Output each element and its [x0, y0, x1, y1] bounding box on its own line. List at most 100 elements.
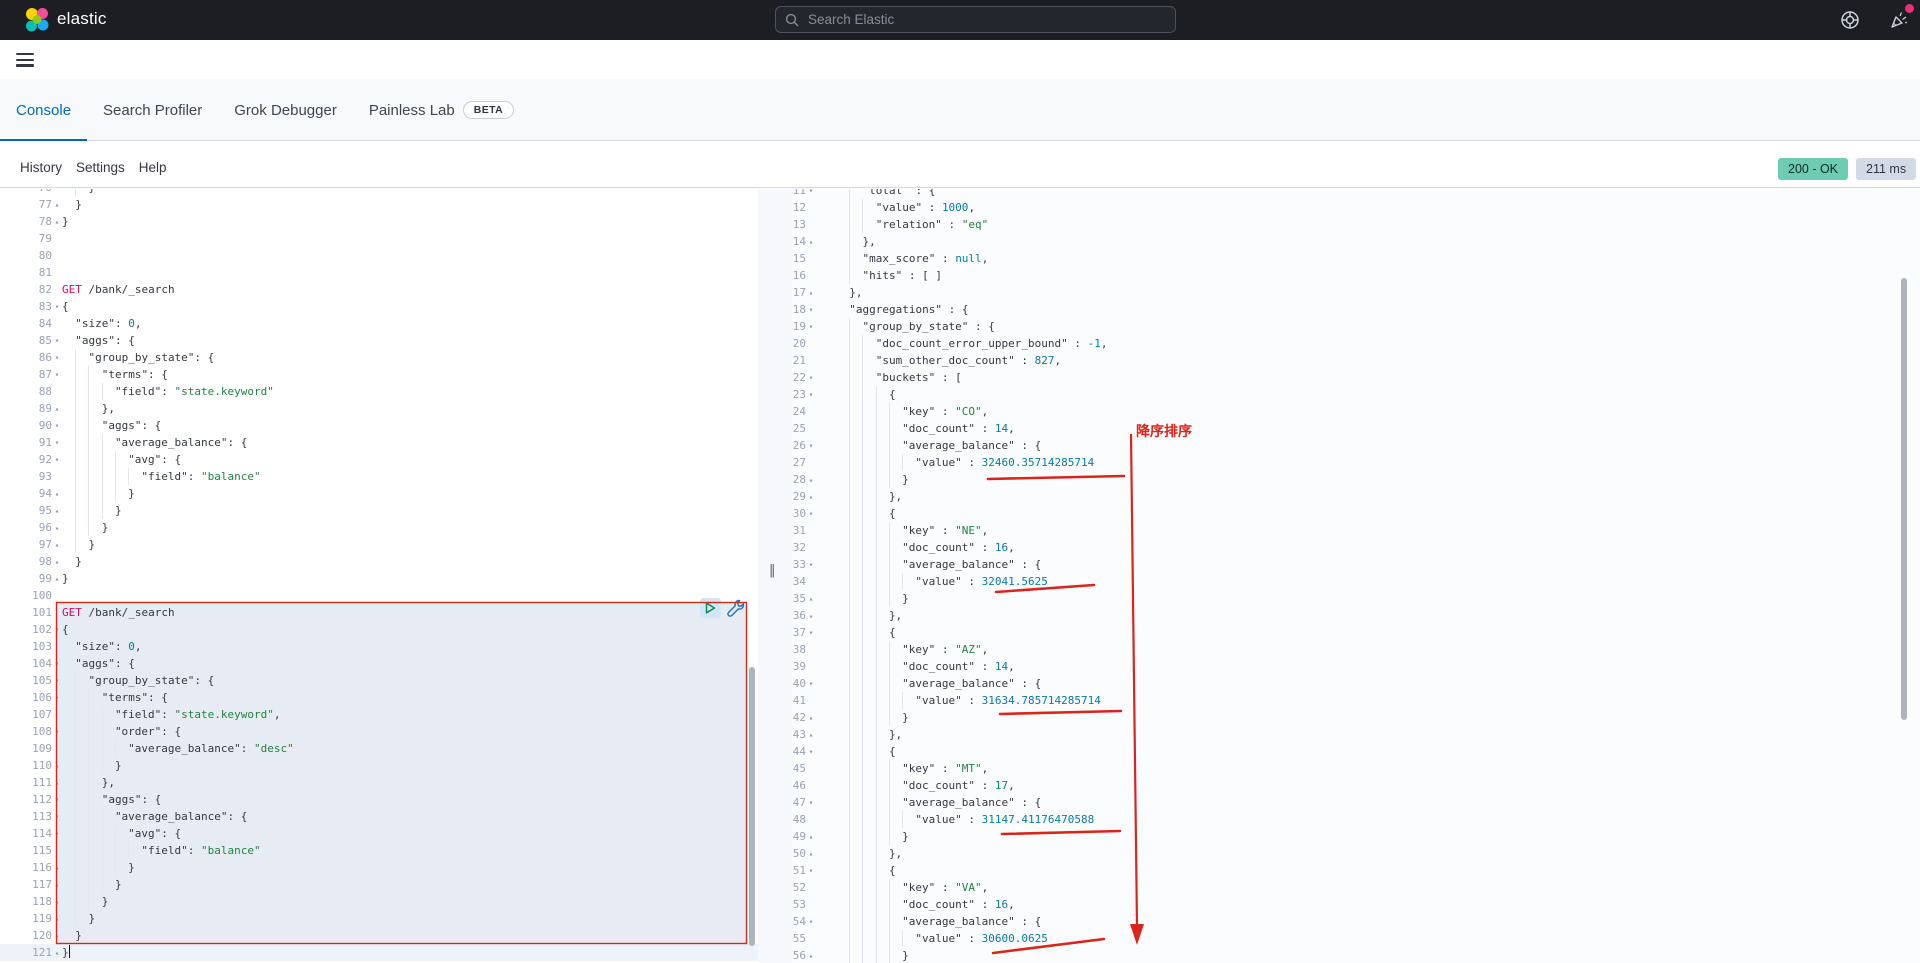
fold-toggle-icon[interactable]: ▾ — [806, 862, 816, 879]
fold-toggle-icon[interactable]: ▾ — [52, 366, 62, 383]
editor-code-line[interactable]: 95▴ } — [0, 502, 758, 519]
help-icon[interactable] — [1840, 10, 1860, 30]
editor-code-line[interactable]: 94▴ } — [0, 485, 758, 502]
fold-toggle-icon[interactable]: ▴ — [806, 488, 816, 505]
fold-toggle-icon[interactable]: ▴ — [806, 233, 816, 250]
fold-toggle-icon[interactable]: ▴ — [52, 859, 62, 876]
global-search[interactable] — [775, 6, 1176, 33]
editor-code-line[interactable]: 106▾ "terms": { — [0, 689, 758, 706]
fold-toggle-icon[interactable]: ▾ — [52, 791, 62, 808]
fold-toggle-icon[interactable]: ▴ — [806, 607, 816, 624]
editor-code-line[interactable]: 90▾ "aggs": { — [0, 417, 758, 434]
editor-code-line[interactable]: 118▴ } — [0, 893, 758, 910]
editor-code-line[interactable]: 96▴ } — [0, 519, 758, 536]
editor-code-line[interactable]: 92▾ "avg": { — [0, 451, 758, 468]
editor-code-line[interactable]: 102▾{ — [0, 621, 758, 638]
editor-code-line[interactable]: 112▾ "aggs": { — [0, 791, 758, 808]
editor-code-line[interactable]: 120▴ } — [0, 927, 758, 944]
fold-toggle-icon[interactable]: ▾ — [806, 743, 816, 760]
fold-toggle-icon[interactable]: ▾ — [52, 621, 62, 638]
editor-code-line[interactable]: 103 "size": 0, — [0, 638, 758, 655]
menu-icon[interactable] — [16, 53, 34, 67]
fold-toggle-icon[interactable]: ▴ — [806, 471, 816, 488]
editor-code-line[interactable]: 82GET /bank/_search — [0, 281, 758, 298]
fold-toggle-icon[interactable]: ▴ — [806, 828, 816, 845]
fold-toggle-icon[interactable]: ▾ — [52, 672, 62, 689]
editor-code-line[interactable]: 83▾{ — [0, 298, 758, 315]
fold-toggle-icon[interactable]: ▴ — [806, 284, 816, 301]
fold-toggle-icon[interactable]: ▴ — [52, 196, 62, 213]
editor-code-line[interactable]: 88 "field": "state.keyword" — [0, 383, 758, 400]
editor-code-line[interactable]: 76 } — [0, 189, 758, 196]
fold-toggle-icon[interactable]: ▾ — [806, 794, 816, 811]
fold-toggle-icon[interactable]: ▾ — [806, 624, 816, 641]
send-request-button[interactable] — [700, 598, 721, 618]
fold-toggle-icon[interactable]: ▾ — [52, 349, 62, 366]
editor-code-line[interactable]: 93 "field": "balance" — [0, 468, 758, 485]
fold-toggle-icon[interactable]: ▴ — [52, 774, 62, 791]
response-scrollbar[interactable] — [1901, 278, 1907, 720]
fold-toggle-icon[interactable]: ▾ — [806, 369, 816, 386]
editor-code-line[interactable]: 84 "size": 0, — [0, 315, 758, 332]
editor-code-line[interactable]: 121▴} — [0, 944, 758, 961]
wrench-icon[interactable] — [726, 599, 744, 617]
fold-toggle-icon[interactable]: ▾ — [806, 556, 816, 573]
menu-history[interactable]: History — [20, 160, 62, 175]
fold-toggle-icon[interactable]: ▾ — [52, 808, 62, 825]
editor-code-line[interactable]: 85▾ "aggs": { — [0, 332, 758, 349]
editor-code-line[interactable]: 77▴ } — [0, 196, 758, 213]
fold-toggle-icon[interactable]: ▾ — [806, 386, 816, 403]
fold-toggle-icon[interactable]: ▴ — [806, 947, 816, 963]
editor-code-line[interactable]: 80 — [0, 247, 758, 264]
editor-code-line[interactable]: 98▴ } — [0, 553, 758, 570]
fold-toggle-icon[interactable]: ▴ — [52, 536, 62, 553]
fold-toggle-icon[interactable]: ▴ — [52, 400, 62, 417]
newsfeed-icon[interactable] — [1889, 10, 1909, 30]
editor-code-line[interactable]: 101GET /bank/_search — [0, 604, 758, 621]
editor-code-line[interactable]: 100 — [0, 587, 758, 604]
editor-code-line[interactable]: 86▾ "group_by_state": { — [0, 349, 758, 366]
fold-toggle-icon[interactable]: ▴ — [52, 502, 62, 519]
fold-toggle-icon[interactable]: ▾ — [52, 655, 62, 672]
editor-code-line[interactable]: 116▴ } — [0, 859, 758, 876]
editor-code-line[interactable]: 91▾ "average_balance": { — [0, 434, 758, 451]
editor-code-line[interactable]: 105▾ "group_by_state": { — [0, 672, 758, 689]
fold-toggle-icon[interactable]: ▴ — [52, 213, 62, 230]
fold-toggle-icon[interactable]: ▾ — [52, 689, 62, 706]
editor-code-line[interactable]: 107 "field": "state.keyword", — [0, 706, 758, 723]
editor-scrollbar[interactable] — [749, 667, 755, 946]
fold-toggle-icon[interactable]: ▾ — [52, 417, 62, 434]
request-editor-pane[interactable]: 76 }77▴ }78▴}79808182GET /bank/_search83… — [0, 189, 758, 963]
fold-toggle-icon[interactable]: ▾ — [52, 825, 62, 842]
editor-code-line[interactable]: 110▴ } — [0, 757, 758, 774]
fold-toggle-icon[interactable]: ▴ — [52, 519, 62, 536]
fold-toggle-icon[interactable]: ▾ — [52, 451, 62, 468]
editor-code-line[interactable]: 97▴ } — [0, 536, 758, 553]
fold-toggle-icon[interactable]: ▴ — [52, 485, 62, 502]
tab-search-profiler[interactable]: Search Profiler — [87, 79, 218, 141]
fold-toggle-icon[interactable]: ▾ — [806, 675, 816, 692]
fold-toggle-icon[interactable]: ▴ — [806, 845, 816, 862]
fold-toggle-icon[interactable]: ▴ — [52, 927, 62, 944]
editor-code-line[interactable]: 117▴ } — [0, 876, 758, 893]
tab-console[interactable]: Console — [0, 79, 87, 141]
editor-code-line[interactable]: 115 "field": "balance" — [0, 842, 758, 859]
fold-toggle-icon[interactable]: ▾ — [52, 332, 62, 349]
elastic-logo-icon[interactable] — [24, 7, 50, 33]
editor-code-line[interactable]: 114▾ "avg": { — [0, 825, 758, 842]
editor-code-line[interactable]: 89▴ }, — [0, 400, 758, 417]
editor-code-line[interactable]: 87▾ "terms": { — [0, 366, 758, 383]
fold-toggle-icon[interactable]: ▾ — [806, 189, 816, 199]
fold-toggle-icon[interactable]: ▴ — [52, 876, 62, 893]
fold-toggle-icon[interactable]: ▾ — [52, 298, 62, 315]
fold-toggle-icon[interactable]: ▴ — [806, 709, 816, 726]
fold-toggle-icon[interactable]: ▾ — [52, 434, 62, 451]
fold-toggle-icon[interactable]: ▴ — [806, 726, 816, 743]
fold-toggle-icon[interactable]: ▾ — [806, 913, 816, 930]
fold-toggle-icon[interactable]: ▴ — [806, 590, 816, 607]
fold-toggle-icon[interactable]: ▾ — [806, 505, 816, 522]
editor-code-line[interactable]: 119▴ } — [0, 910, 758, 927]
fold-toggle-icon[interactable]: ▾ — [52, 723, 62, 740]
editor-code-line[interactable]: 108▾ "order": { — [0, 723, 758, 740]
fold-toggle-icon[interactable]: ▾ — [806, 301, 816, 318]
